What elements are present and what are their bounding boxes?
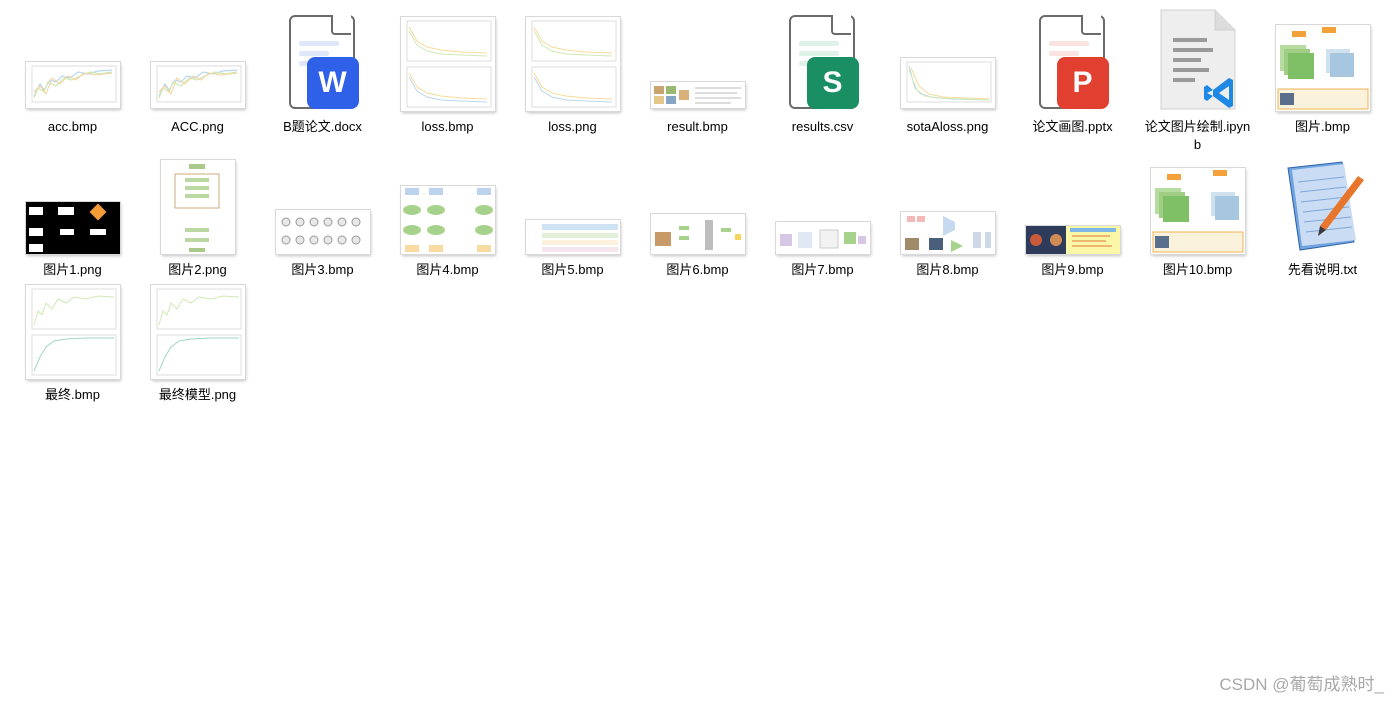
photo-thumbnail <box>1025 226 1120 254</box>
file-name: 图片4.bmp <box>416 262 479 277</box>
file-item-final-model-png[interactable]: 最终模型.png <box>135 285 260 404</box>
file-name: 图片1.png <box>43 262 102 277</box>
word-document-icon: W <box>285 15 361 111</box>
diagram-thumbnail <box>900 212 995 254</box>
file-item-picture-bmp[interactable]: 图片.bmp <box>1260 8 1385 154</box>
notepad-icon <box>1286 161 1364 251</box>
file-item-picture3-bmp[interactable]: 图片3.bmp <box>260 166 385 279</box>
line-chart-thumbnail <box>150 285 245 379</box>
diagram-thumbnail <box>650 214 745 254</box>
network-thumbnail <box>275 210 370 254</box>
file-name: 论文画图.pptx <box>1032 119 1113 134</box>
file-name: 论文图片绘制.ipynb <box>1144 119 1251 152</box>
file-name: acc.bmp <box>47 119 98 134</box>
file-name: loss.png <box>548 119 597 134</box>
file-name: 图片7.bmp <box>791 262 854 277</box>
file-name: 图片3.bmp <box>291 262 354 277</box>
file-name: B题论文.docx <box>283 119 362 134</box>
flowchart-thumbnail <box>160 160 235 254</box>
file-name: 图片6.bmp <box>666 262 729 277</box>
file-name: 图片9.bmp <box>1041 262 1104 277</box>
diagram-thumbnail <box>775 222 870 254</box>
file-item-picture4-bmp[interactable]: 图片4.bmp <box>385 166 510 279</box>
file-name: 图片10.bmp <box>1162 262 1233 277</box>
file-name: result.bmp <box>667 119 728 134</box>
line-chart-thumbnail <box>25 62 120 108</box>
file-item-picture10-bmp[interactable]: 图片10.bmp <box>1135 166 1260 279</box>
file-item-results-csv[interactable]: S results.csv <box>760 8 885 154</box>
file-row: 图片1.png 图片2.png 图片3.bmp 图片4.bmp 图片5.bmp … <box>10 160 1390 279</box>
file-grid: acc.bmp ACC.png W B题论文.docx loss.bmp los… <box>10 8 1390 404</box>
file-name: results.csv <box>791 119 854 134</box>
file-name: loss.bmp <box>421 119 474 134</box>
watermark-text: CSDN @葡萄成熟时_ <box>1219 675 1384 694</box>
file-item-ipynb[interactable]: 论文图片绘制.ipynb <box>1135 8 1260 154</box>
file-name: 图片2.png <box>168 262 227 277</box>
file-name: 图片.bmp <box>1295 119 1350 134</box>
notebook-file-icon <box>1160 9 1235 110</box>
file-item-picture8-bmp[interactable]: 图片8.bmp <box>885 166 1010 279</box>
file-item-picture7-bmp[interactable]: 图片7.bmp <box>760 166 885 279</box>
line-chart-thumbnail <box>150 62 245 108</box>
file-row: 最终.bmp 最终模型.png <box>10 285 1390 404</box>
spreadsheet-icon: S <box>785 15 861 111</box>
file-item-result-bmp[interactable]: result.bmp <box>635 8 760 154</box>
flowchart-thumbnail <box>25 202 120 254</box>
file-item-acc-bmp[interactable]: acc.bmp <box>10 8 135 154</box>
file-name: 图片8.bmp <box>916 262 979 277</box>
file-name: sotaAloss.png <box>906 119 989 134</box>
diagram-thumbnail <box>1275 25 1370 111</box>
file-item-picture1-png[interactable]: 图片1.png <box>10 166 135 279</box>
file-item-ACC-png[interactable]: ACC.png <box>135 8 260 154</box>
line-chart-thumbnail <box>25 285 120 379</box>
loss-chart-thumbnail <box>900 58 995 108</box>
file-item-picture6-bmp[interactable]: 图片6.bmp <box>635 166 760 279</box>
file-name: ACC.png <box>171 119 224 134</box>
file-item-sotaAloss-png[interactable]: sotaAloss.png <box>885 8 1010 154</box>
file-item-picture9-bmp[interactable]: 图片9.bmp <box>1010 166 1135 279</box>
figure-thumbnail <box>650 82 745 108</box>
table-thumbnail <box>525 220 620 254</box>
file-item-loss-png[interactable]: loss.png <box>510 8 635 154</box>
file-item-picture2-png[interactable]: 图片2.png <box>135 160 260 279</box>
file-item-final-bmp[interactable]: 最终.bmp <box>10 285 135 404</box>
file-name: 最终.bmp <box>45 387 100 402</box>
powerpoint-icon: P <box>1035 15 1111 111</box>
diagram-thumbnail <box>1150 168 1245 254</box>
loss-chart-thumbnail <box>400 17 495 111</box>
file-item-pptx[interactable]: P 论文画图.pptx <box>1010 8 1135 154</box>
file-name: 图片5.bmp <box>541 262 604 277</box>
file-item-picture5-bmp[interactable]: 图片5.bmp <box>510 166 635 279</box>
file-item-readme-txt[interactable]: 先看说明.txt <box>1260 161 1385 279</box>
file-name: 先看说明.txt <box>1287 262 1358 277</box>
loss-chart-thumbnail <box>525 17 620 111</box>
network-thumbnail <box>400 186 495 254</box>
file-item-loss-bmp[interactable]: loss.bmp <box>385 8 510 154</box>
file-name: 最终模型.png <box>158 387 237 402</box>
file-row: acc.bmp ACC.png W B题论文.docx loss.bmp los… <box>10 8 1390 154</box>
file-item-docx[interactable]: W B题论文.docx <box>260 8 385 154</box>
